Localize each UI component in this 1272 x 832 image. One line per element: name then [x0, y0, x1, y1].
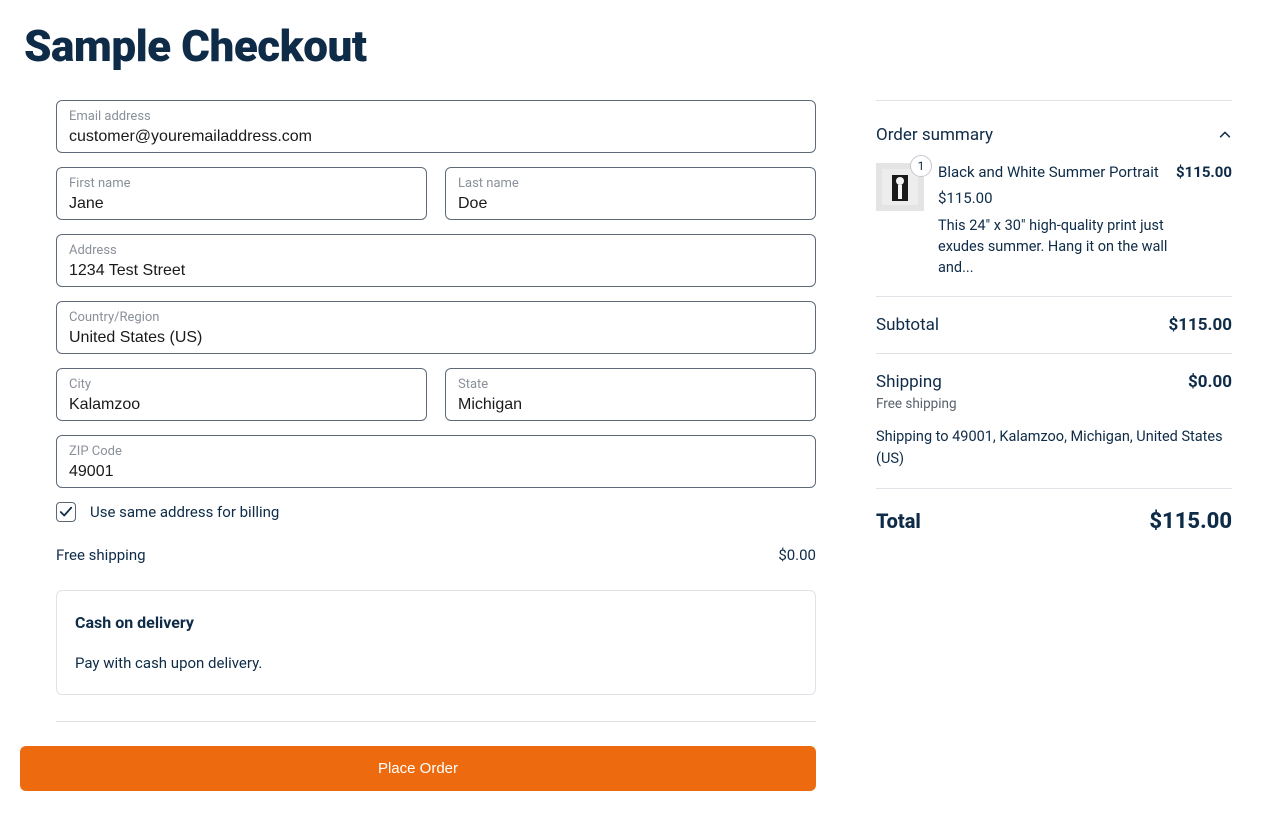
form-shipping-price: $0.00 [778, 546, 816, 564]
cart-item: 1 Black and White Summer Portrait $115.0… [876, 163, 1232, 278]
check-icon [59, 505, 73, 519]
address-field-wrapper[interactable]: Address [56, 234, 816, 287]
state-input[interactable] [458, 396, 803, 414]
divider [56, 721, 816, 722]
total-value: $115.00 [1149, 509, 1232, 534]
state-label: State [458, 377, 803, 392]
cart-item-unit-price: $115.00 [938, 189, 1232, 207]
last-name-label: Last name [458, 176, 803, 191]
form-shipping-row: Free shipping $0.00 [56, 546, 816, 564]
subtotal-row: Subtotal $115.00 [876, 296, 1232, 353]
state-field-wrapper[interactable]: State [445, 368, 816, 421]
order-summary-panel: Order summary 1 [876, 100, 1232, 791]
last-name-input[interactable] [458, 195, 803, 213]
zip-input[interactable] [69, 463, 803, 481]
shipping-value: $0.00 [1188, 372, 1232, 392]
checkout-form: Email address First name Last name Addre… [56, 100, 816, 791]
order-summary-title: Order summary [876, 125, 993, 145]
total-label: Total [876, 509, 921, 534]
cart-item-desc: This 24" x 30" high-quality print just e… [938, 215, 1188, 278]
cart-item-qty-badge: 1 [910, 155, 932, 177]
first-name-field-wrapper[interactable]: First name [56, 167, 427, 220]
shipping-row: Shipping $0.00 Free shipping Shipping to… [876, 353, 1232, 488]
portrait-thumb-icon [882, 169, 918, 205]
form-shipping-label: Free shipping [56, 546, 146, 564]
country-field-wrapper[interactable]: Country/Region [56, 301, 816, 354]
email-input[interactable] [69, 128, 803, 146]
first-name-label: First name [69, 176, 414, 191]
chevron-up-icon [1218, 128, 1232, 142]
shipping-label: Shipping [876, 372, 942, 392]
email-label: Email address [69, 109, 803, 124]
address-label: Address [69, 243, 803, 258]
shipping-method: Free shipping [876, 396, 1232, 412]
order-summary-toggle[interactable]: Order summary [876, 100, 1232, 145]
payment-method-desc: Pay with cash upon delivery. [75, 654, 797, 672]
total-row: Total $115.00 [876, 488, 1232, 534]
subtotal-label: Subtotal [876, 315, 939, 335]
payment-method-box: Cash on delivery Pay with cash upon deli… [56, 590, 816, 695]
address-input[interactable] [69, 262, 803, 280]
cart-item-line-price: $115.00 [1176, 163, 1232, 181]
cart-item-name: Black and White Summer Portrait [938, 163, 1159, 181]
country-label: Country/Region [69, 310, 803, 325]
shipping-to-text: Shipping to 49001, Kalamzoo, Michigan, U… [876, 426, 1232, 470]
zip-label: ZIP Code [69, 444, 803, 459]
last-name-field-wrapper[interactable]: Last name [445, 167, 816, 220]
page-title: Sample Checkout [24, 20, 1252, 72]
billing-same-checkbox[interactable] [56, 502, 76, 522]
payment-method-title: Cash on delivery [75, 613, 797, 632]
first-name-input[interactable] [69, 195, 414, 213]
city-input[interactable] [69, 396, 414, 414]
subtotal-value: $115.00 [1169, 315, 1232, 335]
zip-field-wrapper[interactable]: ZIP Code [56, 435, 816, 488]
billing-same-label: Use same address for billing [90, 503, 279, 521]
country-input[interactable] [69, 329, 803, 347]
city-field-wrapper[interactable]: City [56, 368, 427, 421]
place-order-button[interactable]: Place Order [20, 746, 816, 791]
city-label: City [69, 377, 414, 392]
email-field-wrapper[interactable]: Email address [56, 100, 816, 153]
